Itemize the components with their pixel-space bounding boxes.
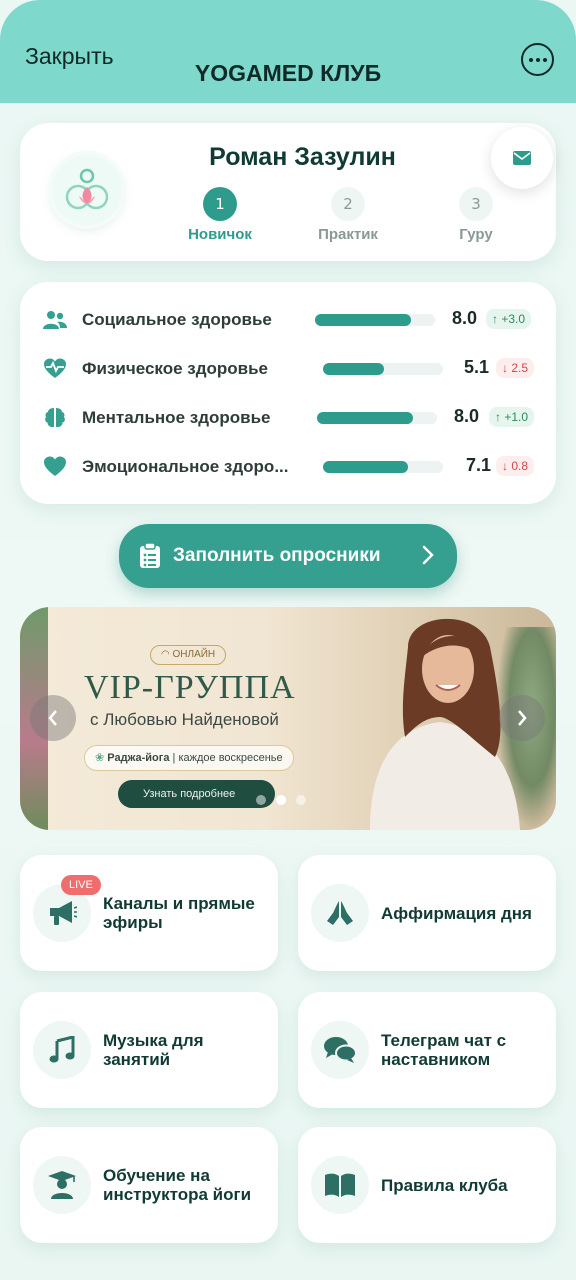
level-3[interactable]: 3 Гуру	[426, 187, 526, 243]
tile-channels[interactable]: LIVE Каналы и прямые эфиры	[20, 855, 278, 971]
tile-icon-wrap	[33, 1021, 91, 1079]
tile-label: Обучение на инструктора йоги	[103, 1166, 252, 1204]
level-number: 3	[459, 187, 493, 221]
health-score: 8.0	[452, 308, 478, 328]
music-note-icon	[49, 1036, 75, 1063]
level-label: Гуру	[459, 226, 493, 243]
level-1[interactable]: 1 Новичок	[170, 187, 270, 243]
health-progress-fill	[323, 461, 409, 473]
top-bar: Закрыть YOGAMED КЛУБ	[0, 0, 576, 103]
learn-more-button[interactable]: Узнать подробнее	[118, 780, 275, 808]
tile-icon-wrap	[311, 1156, 369, 1214]
health-score: 8.0	[454, 406, 480, 426]
lotus-icon: ❀	[95, 752, 108, 764]
health-row-mental[interactable]: Ментальное здоровье 8.0 ↑ +1.0	[20, 403, 556, 433]
carousel-dots	[256, 795, 306, 805]
health-card: Социальное здоровье 8.0 ↑ +3.0 Физическо…	[20, 282, 556, 504]
tile-label: Каналы и прямые эфиры	[103, 894, 255, 932]
carousel-prev-button[interactable]	[30, 695, 76, 741]
tile-club-rules[interactable]: Правила клуба	[298, 1127, 556, 1243]
health-row-social[interactable]: Социальное здоровье 8.0 ↑ +3.0	[20, 305, 556, 335]
megaphone-icon	[50, 901, 77, 925]
live-badge: LIVE	[61, 875, 101, 895]
dot	[528, 57, 533, 62]
brain-icon	[45, 408, 65, 428]
level-2[interactable]: 2 Практик	[298, 187, 398, 243]
health-progress-fill	[317, 412, 413, 424]
online-badge: ◠ ОНЛАЙН	[150, 645, 227, 665]
level-label: Новичок	[188, 226, 252, 243]
people-icon	[43, 311, 67, 329]
level-label: Практик	[318, 226, 378, 243]
more-options-button[interactable]	[521, 43, 554, 76]
online-badge-label: ОНЛАЙН	[172, 649, 216, 660]
tile-icon-wrap	[33, 1156, 91, 1214]
health-label: Эмоциональное здоро...	[82, 457, 289, 476]
health-row-physical[interactable]: Физическое здоровье 5.1 ↓ 2.5	[20, 354, 556, 384]
profile-card: Роман Зазулин 1 Новичок 2 Практик 3 Гуру	[20, 123, 556, 261]
envelope-icon	[513, 151, 531, 165]
tile-affirmation[interactable]: Аффирмация дня	[298, 855, 556, 971]
dot	[535, 57, 540, 62]
fill-surveys-label: Заполнить опросники	[173, 545, 381, 566]
health-delta: ↑ +1.0	[489, 407, 535, 427]
health-label: Физическое здоровье	[82, 359, 269, 378]
chevron-right-icon	[518, 710, 527, 726]
dot	[542, 57, 547, 62]
tile-label: Телеграм чат с наставником	[381, 1031, 507, 1069]
carousel-dot[interactable]	[296, 795, 306, 805]
clipboard-icon	[140, 543, 160, 568]
tile-label: Аффирмация дня	[381, 903, 532, 923]
graduate-icon	[48, 1171, 76, 1199]
health-progress-bar	[315, 314, 435, 326]
chevron-right-icon	[422, 545, 434, 565]
praying-hands-icon	[327, 901, 353, 925]
tile-label: Музыка для занятий	[103, 1031, 204, 1069]
schedule-pill: ❀ Раджа-йога | каждое воскресенье	[84, 745, 294, 771]
health-progress-bar	[323, 461, 443, 473]
promo-banner[interactable]: ◠ ОНЛАЙН VIP-ГРУППА с Любовью Найденовой…	[20, 607, 556, 830]
tile-icon-wrap	[311, 1021, 369, 1079]
health-row-emotional[interactable]: Эмоциональное здоро... 7.1 ↓ 0.8	[20, 452, 556, 482]
app-title: YOGAMED КЛУБ	[194, 60, 382, 86]
health-progress-fill	[315, 314, 411, 326]
health-label: Социальное здоровье	[82, 310, 272, 329]
tile-telegram-chat[interactable]: Телеграм чат с наставником	[298, 992, 556, 1108]
tile-icon-wrap	[311, 884, 369, 942]
level-number: 1	[203, 187, 237, 221]
learn-more-label: Узнать подробнее	[143, 788, 236, 800]
book-icon	[325, 1173, 355, 1197]
chat-bubbles-icon	[324, 1037, 357, 1063]
banner-title: VIP-ГРУППА	[84, 669, 296, 706]
health-score: 7.1	[466, 455, 492, 475]
health-delta: ↓ 0.8	[496, 456, 535, 476]
health-progress-fill	[323, 363, 385, 375]
user-name: Роман Зазулин	[209, 143, 396, 171]
pill-schedule-label: каждое воскресенье	[178, 752, 283, 764]
tile-label: Правила клуба	[381, 1175, 508, 1195]
banner-subtitle: с Любовью Найденовой	[90, 710, 279, 729]
health-score: 5.1	[464, 357, 490, 377]
health-label: Ментальное здоровье	[82, 408, 271, 427]
level-number: 2	[331, 187, 365, 221]
health-progress-bar	[317, 412, 437, 424]
heartbeat-icon	[44, 358, 66, 378]
message-button[interactable]	[491, 127, 553, 189]
pill-style-label: Раджа-йога	[107, 752, 170, 764]
avatar[interactable]	[52, 155, 122, 225]
lotus-logo-icon	[65, 168, 109, 210]
tile-instructor-training[interactable]: Обучение на инструктора йоги	[20, 1127, 278, 1243]
chevron-left-icon	[48, 710, 57, 726]
heart-icon	[44, 456, 66, 476]
wifi-icon: ◠	[161, 649, 173, 660]
tile-music[interactable]: Музыка для занятий	[20, 992, 278, 1108]
health-delta: ↓ 2.5	[496, 358, 535, 378]
fill-surveys-button[interactable]: Заполнить опросники	[119, 524, 457, 588]
carousel-dot[interactable]	[256, 795, 266, 805]
carousel-dot[interactable]	[276, 795, 286, 805]
health-progress-bar	[323, 363, 443, 375]
carousel-next-button[interactable]	[499, 695, 545, 741]
health-delta: ↑ +3.0	[486, 309, 532, 329]
